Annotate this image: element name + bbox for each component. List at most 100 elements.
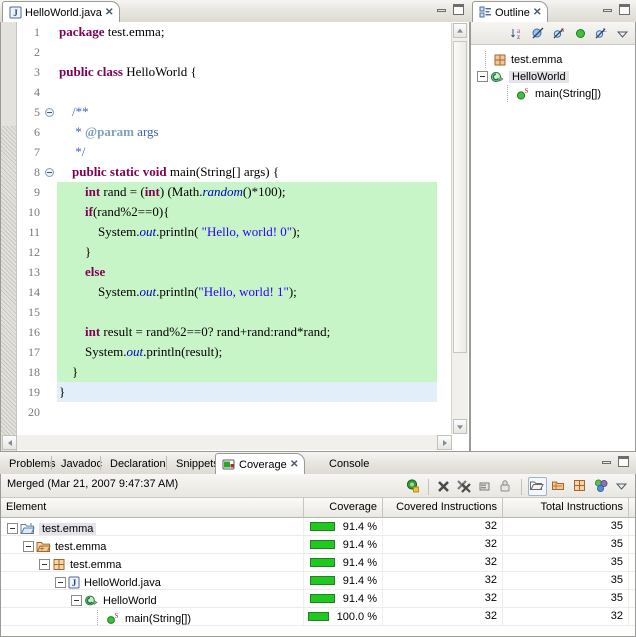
code-line[interactable] [57,402,437,422]
outline-item-method[interactable]: S main(String[]) [471,85,635,102]
cell-total-instructions: 35 [503,572,629,589]
collapse-icon[interactable] [39,559,50,570]
table-row[interactable]: S main(String[]) 100.0 % 32 32 [1,608,635,626]
remove-all-sessions-icon[interactable] [456,478,473,495]
outline-view-buttons [601,3,631,16]
outline-item-package[interactable]: test.emma [471,51,635,68]
code-line[interactable]: int rand = (int) (Math.random()*100); [57,182,437,202]
code-line[interactable]: System.out.println(result); [57,342,437,362]
method-static-icon: S [515,87,532,101]
tab-outline[interactable]: Outline ✕ [472,1,549,23]
outline-item-label: HelloWorld [509,70,569,83]
code-line[interactable] [57,42,437,62]
collapse-icon[interactable] [23,541,34,552]
code-line[interactable]: if(rand%2==0){ [57,202,437,222]
collapse-icon[interactable] [71,595,82,606]
view-menu-icon[interactable] [615,26,630,41]
code-line[interactable]: * @param args [57,122,437,142]
collapse-icon[interactable] [7,523,18,534]
cell-element-label: test.emma [55,540,107,553]
table-row[interactable]: test.emma 91.4 % 32 35 [1,536,635,554]
table-row[interactable]: test.emma 91.4 % 32 35 [1,554,635,572]
table-row[interactable]: test.emma 91.4 % 32 35 [1,518,635,536]
coverage-view-body: Merged (Mar 21, 2007 9:47:37 AM) Element… [0,474,636,637]
export-session-icon[interactable] [498,478,515,495]
code-line[interactable]: package test.emma; [57,22,437,42]
scroll-thumb[interactable] [453,41,467,353]
fold-slot[interactable] [43,162,57,182]
line-number: 12 [28,245,40,259]
tab-problems[interactable]: Problems [3,453,62,474]
hide-fields-icon[interactable] [531,26,546,41]
column-header-coverage[interactable]: Coverage [304,498,383,517]
code-line[interactable] [57,82,437,102]
show-packages-icon[interactable] [572,478,589,495]
open-folder-icon[interactable] [528,477,547,496]
tab-label: Snippets [176,457,219,470]
minimize-icon[interactable] [600,455,613,468]
merge-sessions-icon[interactable] [477,478,494,495]
table-row[interactable]: J HelloWorld.java 91.4 % 32 35 [1,572,635,590]
sort-alphabetically-icon[interactable]: a z [510,26,525,41]
collapse-package-icon[interactable] [551,478,568,495]
code-line[interactable]: System.out.println("Hello, world! 1"); [57,282,437,302]
collapse-icon[interactable] [55,577,66,588]
close-icon[interactable]: ✕ [105,7,114,18]
outline-tree[interactable]: test.emma HelloWorld S main(String[]) [471,45,635,451]
tab-console[interactable]: Console [323,453,376,474]
editor-tab-helloworld[interactable]: J HelloWorld.java ✕ [2,1,121,23]
method-static-icon: S [105,612,122,625]
hide-non-public-icon[interactable] [573,26,588,41]
annotation-ruler[interactable] [1,22,17,451]
scroll-left-button[interactable] [2,435,17,450]
code-line[interactable]: } [57,362,437,382]
code-line[interactable]: } [57,242,437,262]
code-line[interactable]: System.out.println( "Hello, world! 0"); [57,222,437,242]
maximize-icon[interactable] [617,455,630,468]
refresh-coverage-icon[interactable] [405,478,422,495]
folding-ruler[interactable] [43,22,57,451]
maximize-icon[interactable] [618,3,631,16]
code-line[interactable]: int result = rand%2==0? rand+rand:rand*r… [57,322,437,342]
close-icon[interactable]: ✕ [290,459,299,470]
show-coverage-overview-icon[interactable] [593,478,610,495]
code-line[interactable]: else [57,262,437,282]
line-number: 13 [28,265,40,279]
hide-local-types-icon[interactable]: L [594,26,609,41]
scroll-down-button[interactable] [453,419,467,434]
column-header-covered-instructions[interactable]: Covered Instructions [383,498,503,517]
code-line[interactable] [57,302,437,322]
minimize-icon[interactable] [601,3,614,16]
collapse-icon[interactable] [45,168,54,177]
column-header-element[interactable]: Element [1,498,304,517]
column-header-total-instructions[interactable]: Total Instructions [503,498,629,517]
minimize-icon[interactable] [435,3,448,16]
fold-slot[interactable] [43,102,57,122]
scroll-right-button[interactable] [437,435,452,450]
editor-tabbar: J HelloWorld.java ✕ [0,0,470,23]
scroll-up-button[interactable] [453,23,467,38]
editor-vertical-scrollbar[interactable] [451,23,468,434]
outline-item-class[interactable]: HelloWorld [471,68,635,85]
tab-coverage[interactable]: Coverage ✕ [215,453,306,475]
line-number-ruler: 1 2 3 4 5 6 7 8 9 10 11 12 13 14 15 16 1… [17,22,43,451]
close-icon[interactable]: ✕ [533,7,542,18]
tab-declaration[interactable]: Declaration [104,453,173,474]
remove-session-icon[interactable] [435,478,452,495]
view-menu-icon[interactable] [614,478,631,495]
collapse-icon[interactable] [45,108,54,117]
code-line[interactable]: */ [57,142,437,162]
maximize-icon[interactable] [452,3,465,16]
coverage-icon [222,458,236,471]
table-row[interactable]: HelloWorld 91.4 % 32 35 [1,590,635,608]
code-area[interactable]: package test.emma; public class HelloWor… [57,22,437,435]
collapse-icon[interactable] [477,71,488,82]
code-line[interactable]: public class HelloWorld { [57,62,437,82]
eclipse-workbench: J HelloWorld.java ✕ 1 2 3 4 5 6 7 8 9 10… [0,0,636,637]
cell-total-instructions: 35 [503,554,629,571]
code-line[interactable]: public static void main(String[] args) { [57,162,437,182]
hide-static-fields-icon[interactable]: S [552,26,567,41]
code-line[interactable]: } [57,382,437,402]
editor-horizontal-scrollbar[interactable] [2,435,452,450]
code-line[interactable]: /** [57,102,437,122]
